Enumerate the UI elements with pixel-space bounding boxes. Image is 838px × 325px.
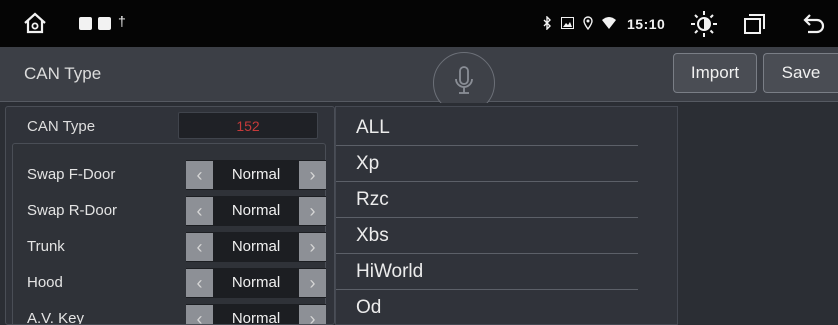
chevron-left-icon[interactable]: ‹ [186,305,213,324]
chevron-right-icon[interactable]: › [299,161,326,189]
setting-row-trunk: Trunk ‹ Normal › [13,229,327,265]
list-item[interactable]: Rzc [336,182,638,218]
bluetooth-icon [543,14,552,33]
setting-row-swap-f-door: Swap F-Door ‹ Normal › [13,157,327,193]
chevron-left-icon[interactable]: ‹ [186,161,213,189]
setting-value: Normal [231,166,281,183]
setting-label: Trunk [27,238,65,255]
settings-list: Swap F-Door ‹ Normal › Swap R-Door ‹ Nor… [12,143,327,325]
setting-label: A.V. Key [27,310,84,325]
value-stepper: ‹ Normal › [186,268,326,298]
list-item-label: Rzc [356,189,389,210]
list-item-label: Xp [356,153,380,174]
chevron-left-icon[interactable]: ‹ [186,233,213,261]
can-type-label: CAN Type [27,118,96,135]
can-type-value[interactable]: 152 [178,112,318,139]
setting-label: Swap F-Door [27,166,116,183]
list-item[interactable]: Od [336,290,638,324]
setting-value: Normal [231,202,281,219]
location-icon [583,15,593,33]
setting-row-swap-r-door: Swap R-Door ‹ Normal › [13,193,327,229]
list-item[interactable]: Xp [336,146,638,182]
chevron-right-icon[interactable]: › [299,305,326,324]
image-icon [561,16,574,32]
microphone-icon [453,65,475,102]
chevron-right-icon[interactable]: › [299,269,326,297]
setting-value: Normal [231,310,281,325]
chevron-right-icon[interactable]: › [299,233,326,261]
value-stepper: ‹ Normal › [186,304,326,325]
can-settings-panel: CAN Type 152 Swap F-Door ‹ Normal › Swap… [5,106,335,325]
title-bar: CAN Type Import Save [0,47,838,114]
list-item-label: Xbs [356,225,389,246]
home-icon[interactable] [22,11,48,35]
wifi-icon [602,16,616,32]
setting-label: Hood [27,274,63,291]
brightness-icon[interactable] [689,9,719,39]
clock-time: 15:10 [627,16,666,32]
app-square-icon [98,17,111,30]
chevron-left-icon[interactable]: ‹ [186,197,213,225]
chevron-left-icon[interactable]: ‹ [186,269,213,297]
list-item-label: Od [356,297,382,318]
app-square-icon [79,17,92,30]
save-button[interactable]: Save [763,53,838,93]
list-item-label: HiWorld [356,261,424,282]
setting-row-av-key: A.V. Key ‹ Normal › [13,301,327,325]
list-item[interactable]: Xbs [336,218,638,254]
list-item[interactable]: ALL [336,110,638,146]
setting-value: Normal [231,238,281,255]
content-area: CAN Type 152 Swap F-Door ‹ Normal › Swap… [0,103,838,325]
import-button[interactable]: Import [673,53,757,93]
chevron-right-icon[interactable]: › [299,197,326,225]
recent-apps-icon[interactable] [743,13,767,35]
can-type-list: ALL Xp Rzc Xbs HiWorld Od [335,106,678,325]
list-item-label: ALL [356,117,390,138]
setting-label: Swap R-Door [27,202,118,219]
list-item[interactable]: HiWorld [336,254,638,290]
page-title: CAN Type [24,64,102,83]
setting-value: Normal [231,274,281,291]
value-stepper: ‹ Normal › [186,196,326,226]
status-bar: † 15:10 [0,0,838,47]
usb-icon: † [118,13,126,29]
back-icon[interactable] [802,12,826,36]
setting-row-hood: Hood ‹ Normal › [13,265,327,301]
value-stepper: ‹ Normal › [186,232,326,262]
value-stepper: ‹ Normal › [186,160,326,190]
